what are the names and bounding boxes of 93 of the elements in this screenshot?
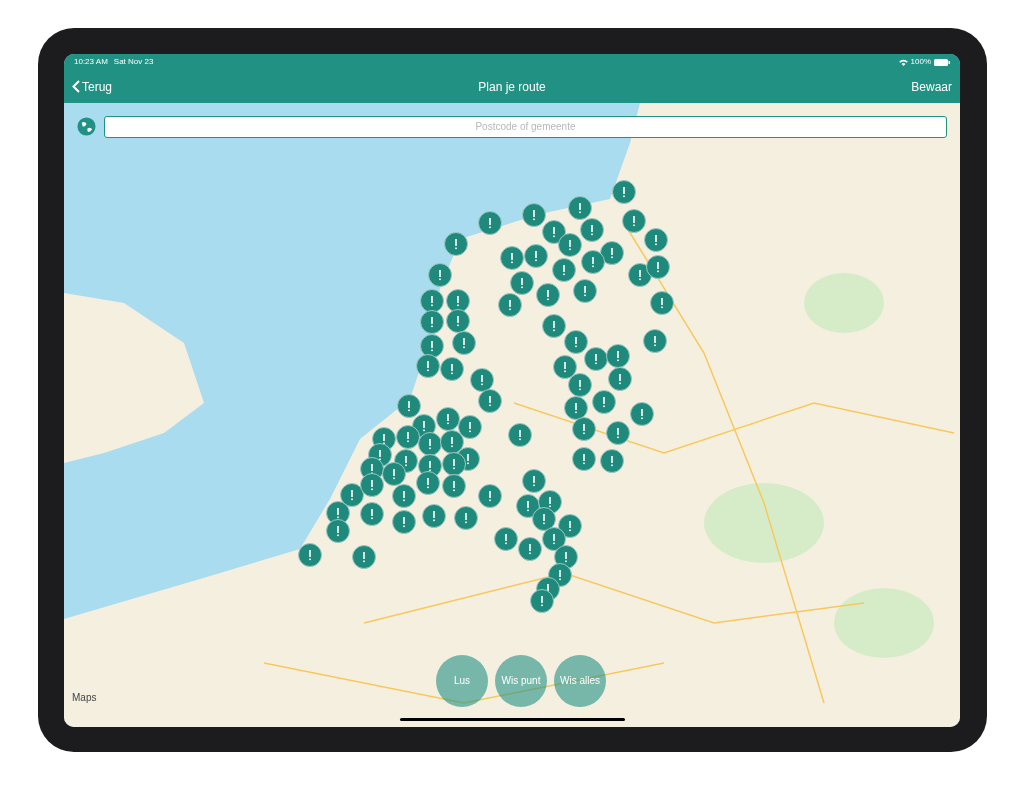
alert-marker-icon[interactable] <box>452 330 476 355</box>
maps-attribution: Maps <box>72 690 97 705</box>
alert-marker-icon[interactable] <box>494 526 518 551</box>
alert-marker-icon[interactable] <box>428 262 452 287</box>
alert-marker-icon[interactable] <box>628 262 652 287</box>
alert-marker-icon[interactable] <box>522 202 546 227</box>
alert-marker-icon[interactable] <box>446 288 470 313</box>
map-action-button[interactable]: Wis punt <box>495 654 547 707</box>
alert-marker-icon[interactable] <box>600 448 624 473</box>
alert-marker-icon[interactable] <box>500 245 524 270</box>
alert-marker-icon[interactable] <box>470 367 494 392</box>
alert-marker-icon[interactable] <box>553 354 577 379</box>
alert-marker-icon[interactable] <box>478 483 502 508</box>
alert-marker-icon[interactable] <box>542 313 566 338</box>
alert-marker-icon[interactable] <box>516 493 540 518</box>
chevron-left-icon <box>72 80 80 93</box>
back-button[interactable]: Terug <box>72 77 192 96</box>
alert-marker-icon[interactable] <box>420 333 444 358</box>
battery-icon <box>934 58 950 66</box>
search-field[interactable]: Postcode of gemeente <box>104 115 947 138</box>
alert-marker-icon[interactable] <box>646 254 670 279</box>
alert-marker-icon[interactable] <box>298 542 322 567</box>
alert-marker-icon[interactable] <box>600 240 624 265</box>
alert-marker-icon[interactable] <box>510 270 534 295</box>
alert-marker-icon[interactable] <box>552 257 576 282</box>
alert-marker-icon[interactable] <box>606 420 630 445</box>
alert-marker-icon[interactable] <box>396 424 420 449</box>
alert-marker-icon[interactable] <box>522 468 546 493</box>
alert-marker-icon[interactable] <box>568 195 592 220</box>
alert-marker-icon[interactable] <box>382 461 406 486</box>
alert-marker-icon[interactable] <box>478 210 502 235</box>
alert-marker-icon[interactable] <box>518 536 542 561</box>
alert-marker-icon[interactable] <box>458 414 482 439</box>
alert-marker-icon[interactable] <box>360 472 384 497</box>
alert-marker-icon[interactable] <box>397 393 421 418</box>
alert-marker-icon[interactable] <box>568 372 592 397</box>
alert-marker-icon[interactable] <box>436 406 460 431</box>
alert-marker-icon[interactable] <box>542 219 566 244</box>
battery-percentage: 100% <box>910 56 931 68</box>
alert-marker-icon[interactable] <box>580 217 604 242</box>
alert-marker-icon[interactable] <box>572 446 596 471</box>
alert-marker-icon[interactable] <box>440 429 464 454</box>
alert-marker-icon[interactable] <box>454 505 478 530</box>
alert-marker-icon[interactable] <box>440 356 464 381</box>
wifi-icon <box>898 58 908 66</box>
alert-marker-icon[interactable] <box>542 526 566 551</box>
alert-marker-icon[interactable] <box>392 483 416 508</box>
alert-marker-icon[interactable] <box>650 290 674 315</box>
alert-marker-icon[interactable] <box>444 231 468 256</box>
map-action-button[interactable]: Lus <box>436 654 488 707</box>
alert-marker-icon[interactable] <box>581 249 605 274</box>
alert-marker-icon[interactable] <box>524 243 548 268</box>
alert-marker-icon[interactable] <box>644 227 668 252</box>
save-button[interactable]: Bewaar <box>832 77 952 96</box>
alert-marker-icon[interactable] <box>420 309 444 334</box>
alert-marker-icon[interactable] <box>392 509 416 534</box>
alert-marker-icon[interactable] <box>532 506 556 531</box>
alert-marker-icon[interactable] <box>352 544 376 569</box>
alert-marker-icon[interactable] <box>340 482 364 507</box>
alert-marker-icon[interactable] <box>622 208 646 233</box>
alert-marker-icon[interactable] <box>418 431 442 456</box>
alert-marker-icon[interactable] <box>573 278 597 303</box>
alert-marker-icon[interactable] <box>416 470 440 495</box>
alert-marker-icon[interactable] <box>498 292 522 317</box>
alert-marker-icon[interactable] <box>530 588 554 613</box>
alert-marker-icon[interactable] <box>564 395 588 420</box>
alert-marker-icon[interactable] <box>442 473 466 498</box>
alert-marker-icon[interactable] <box>508 422 532 447</box>
alert-marker-icon[interactable] <box>643 328 667 353</box>
alert-marker-icon[interactable] <box>572 416 596 441</box>
status-time: 10:23 AM <box>74 56 108 68</box>
alert-marker-icon[interactable] <box>584 346 608 371</box>
alert-marker-icon[interactable] <box>420 288 444 313</box>
alert-marker-icon[interactable] <box>606 343 630 368</box>
globe-icon[interactable] <box>77 117 96 136</box>
alert-marker-icon[interactable] <box>446 308 470 333</box>
map-action-button[interactable]: Wis alles <box>554 654 606 707</box>
alert-marker-icon[interactable] <box>608 366 632 391</box>
alert-marker-icon[interactable] <box>558 513 582 538</box>
alert-marker-icon[interactable] <box>326 518 350 543</box>
alert-marker-icon[interactable] <box>558 232 582 257</box>
alert-marker-icon[interactable] <box>536 282 560 307</box>
alert-marker-icon[interactable] <box>564 329 588 354</box>
alert-marker-icon[interactable] <box>442 451 466 476</box>
alert-marker-icon[interactable] <box>416 353 440 378</box>
alert-marker-icon[interactable] <box>612 179 636 204</box>
screen-title: Plan je route <box>478 78 546 96</box>
alert-marker-icon[interactable] <box>630 401 654 426</box>
alert-marker-icon[interactable] <box>592 389 616 414</box>
alert-marker-icon[interactable] <box>422 503 446 528</box>
alert-marker-icon[interactable] <box>360 501 384 526</box>
status-date: Sat Nov 23 <box>113 56 154 68</box>
alert-marker-icon[interactable] <box>478 388 502 413</box>
